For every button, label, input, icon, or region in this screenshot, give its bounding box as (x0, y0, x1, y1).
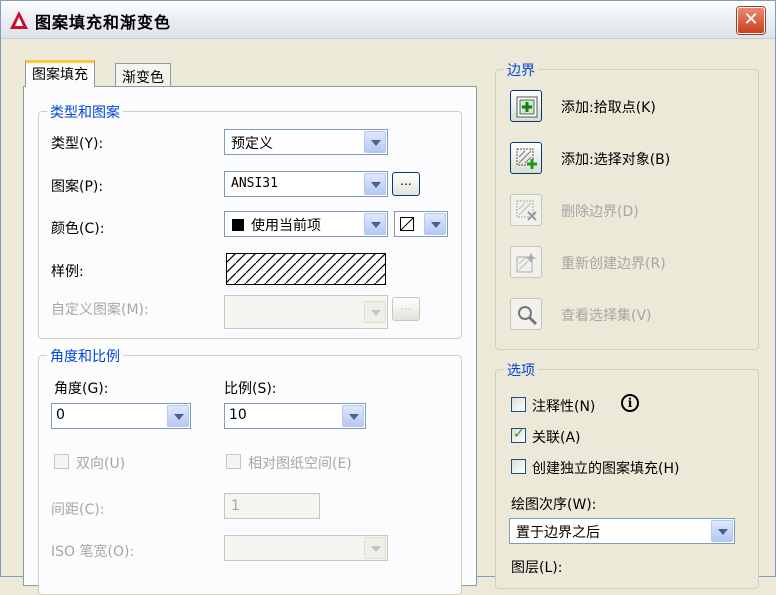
type-value: 预定义 (231, 136, 273, 152)
pick-point-icon (516, 96, 538, 118)
add-pick-points-button[interactable] (510, 90, 542, 122)
iso-pen-width-label: ISO 笔宽(O): (51, 544, 135, 560)
autocad-logo-icon (10, 11, 28, 29)
scale-label: 比例(S): (224, 381, 277, 397)
recreate-boundary-label: 重新创建边界(R) (561, 256, 666, 272)
add-select-objects-button[interactable] (510, 142, 542, 174)
type-label: 类型(Y): (51, 136, 104, 152)
tab-hatch[interactable]: 图案填充 (25, 60, 95, 87)
type-pattern-legend: 类型和图案 (47, 102, 123, 122)
view-selections-label: 查看选择集(V) (561, 308, 652, 324)
chevron-down-icon[interactable] (342, 405, 364, 427)
options-legend: 选项 (504, 360, 538, 380)
color-value: 使用当前项 (251, 218, 321, 234)
chevron-down-icon[interactable] (364, 301, 386, 323)
close-button[interactable]: ✕ (737, 7, 765, 34)
layer-label: 图层(L): (511, 560, 563, 576)
close-icon: ✕ (743, 9, 759, 30)
annotative-label: 注释性(N) (532, 399, 596, 415)
custom-pattern-browse-button[interactable]: ... (392, 297, 420, 321)
pattern-combo[interactable]: ANSI31 (224, 171, 388, 197)
background-color-combo[interactable] (394, 211, 448, 237)
boundaries-legend: 边界 (504, 60, 538, 80)
tab-gradient[interactable]: 渐变色 (115, 63, 171, 87)
color-swatch (232, 219, 244, 231)
swatch-label: 样例: (51, 264, 84, 280)
draw-order-value: 置于边界之后 (516, 525, 600, 541)
remove-boundary-icon (516, 200, 537, 221)
pattern-value: ANSI31 (231, 176, 278, 191)
scale-value: 10 (229, 407, 247, 423)
hatch-gradient-dialog: 图案填充和渐变色 ✕ 图案填充 渐变色 类型和图案 类型(Y): 预定义 图案(… (0, 0, 776, 595)
chevron-down-icon[interactable] (364, 537, 386, 559)
spacing-label: 间距(C): (51, 502, 105, 518)
angle-scale-legend: 角度和比例 (47, 346, 123, 366)
spacing-input[interactable]: 1 (224, 493, 320, 519)
chevron-down-icon[interactable] (364, 213, 386, 235)
create-independent-checkbox[interactable] (511, 459, 526, 474)
scale-combo[interactable]: 10 (224, 403, 366, 429)
chevron-down-icon[interactable] (424, 213, 446, 235)
custom-pattern-combo[interactable] (224, 295, 388, 329)
draw-order-combo[interactable]: 置于边界之后 (509, 518, 735, 544)
remove-boundaries-button[interactable] (510, 194, 542, 226)
info-icon[interactable]: i (621, 394, 639, 412)
recreate-boundary-icon (516, 253, 537, 273)
window-title: 图案填充和渐变色 (35, 13, 172, 32)
type-combo[interactable]: 预定义 (224, 129, 388, 155)
annotative-checkbox[interactable] (511, 397, 526, 412)
double-checkbox[interactable] (54, 454, 69, 469)
chevron-down-icon[interactable] (364, 173, 386, 195)
add-select-objects-label: 添加:选择对象(B) (561, 152, 671, 168)
double-label: 双向(U) (76, 456, 126, 472)
recreate-boundary-button[interactable] (510, 246, 542, 278)
color-combo[interactable]: 使用当前项 (224, 211, 388, 237)
magnifier-icon (518, 306, 538, 326)
relative-paper-space-label: 相对图纸空间(E) (248, 456, 352, 472)
view-selections-button[interactable] (510, 298, 542, 330)
angle-combo[interactable]: 0 (51, 403, 191, 429)
select-objects-icon (516, 148, 537, 169)
custom-pattern-label: 自定义图案(M): (51, 302, 149, 318)
hatch-swatch-preview[interactable] (226, 253, 386, 285)
associative-label: 关联(A) (532, 430, 581, 446)
remove-boundaries-label: 删除边界(D) (561, 204, 639, 220)
angle-label: 角度(G): (54, 381, 109, 397)
add-pick-points-label: 添加:拾取点(K) (561, 100, 656, 116)
associative-checkbox[interactable] (511, 426, 526, 443)
relative-paper-space-checkbox[interactable] (226, 454, 241, 469)
create-independent-label: 创建独立的图案填充(H) (532, 461, 680, 477)
pattern-label: 图案(P): (51, 179, 104, 195)
chevron-down-icon[interactable] (167, 405, 189, 427)
iso-pen-width-combo[interactable] (224, 535, 388, 561)
color-label: 颜色(C): (51, 221, 105, 237)
angle-value: 0 (56, 407, 65, 423)
title-bar[interactable]: 图案填充和渐变色 ✕ (1, 1, 775, 39)
pattern-browse-button[interactable]: ... (392, 172, 420, 196)
chevron-down-icon[interactable] (711, 520, 733, 542)
hatch-tab-panel: 类型和图案 类型(Y): 预定义 图案(P): ANSI31 ... 颜色(C)… (23, 86, 477, 595)
chevron-down-icon[interactable] (364, 131, 386, 153)
no-fill-icon (400, 217, 414, 231)
draw-order-label: 绘图次序(W): (511, 497, 597, 513)
